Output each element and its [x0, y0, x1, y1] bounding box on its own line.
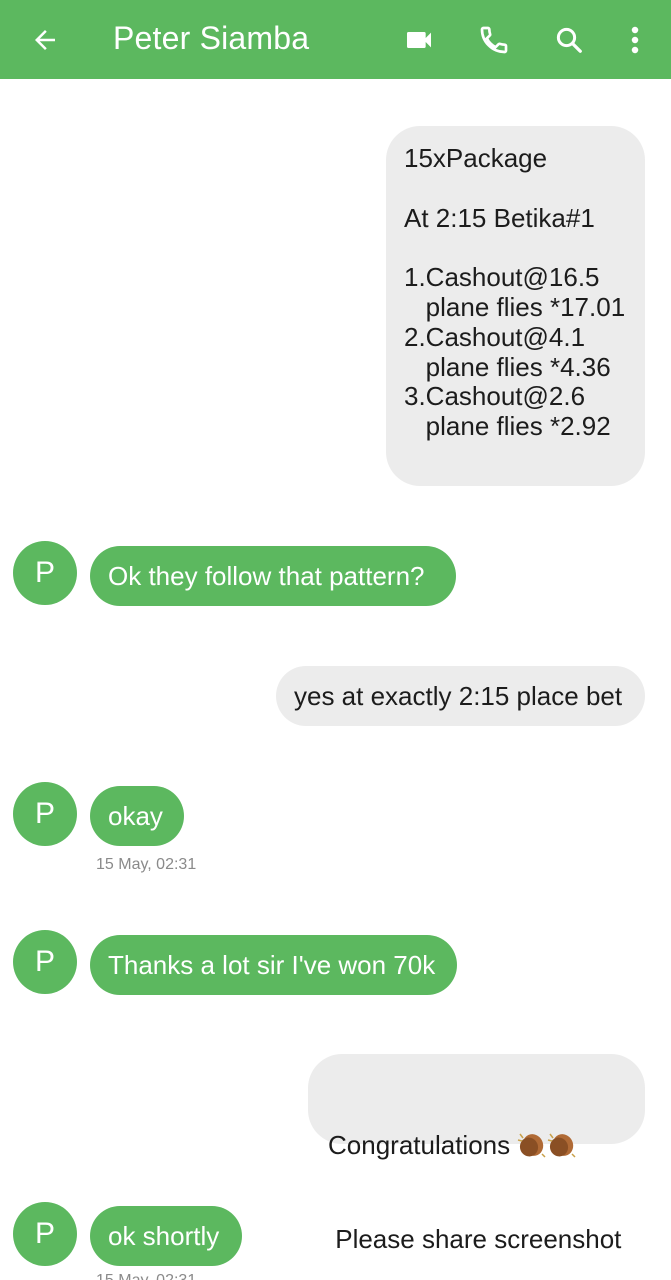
- message-line-2: Please share screenshot: [328, 1224, 622, 1254]
- search-button[interactable]: [548, 0, 590, 79]
- message-text: Congratulations: [328, 1130, 511, 1160]
- video-call-icon: [407, 31, 431, 48]
- contact-name[interactable]: Peter Siamba: [113, 18, 309, 58]
- message-bubble-incoming[interactable]: okay: [90, 786, 184, 846]
- search-icon: [556, 27, 582, 53]
- contact-avatar[interactable]: P: [13, 1202, 77, 1266]
- message-bubble-outgoing[interactable]: 15xPackage At 2:15 Betika#1 1.Cashout@16…: [386, 126, 645, 486]
- back-button[interactable]: [22, 0, 68, 79]
- message-bubble-incoming[interactable]: Ok they follow that pattern?: [90, 546, 456, 606]
- message-bubble-outgoing[interactable]: Congratulations Please share screenshot: [308, 1054, 645, 1254]
- message-line-1: Congratulations: [328, 1130, 645, 1164]
- contact-avatar[interactable]: P: [13, 541, 77, 605]
- back-arrow-icon: [35, 29, 55, 50]
- message-timestamp: 15 May, 02:31: [96, 1272, 196, 1280]
- contact-avatar[interactable]: P: [13, 782, 77, 846]
- message-bubble-incoming[interactable]: Thanks a lot sir I've won 70k: [90, 935, 457, 995]
- chat-screen: Peter Siamba 15xPackage At 2:15 Betika#1…: [0, 0, 671, 1280]
- message-bubble-incoming[interactable]: ok shortly: [90, 1206, 242, 1266]
- message-bubble-outgoing[interactable]: yes at exactly 2:15 place bet: [276, 666, 645, 726]
- voice-call-button[interactable]: [472, 0, 516, 79]
- video-call-button[interactable]: [398, 0, 440, 79]
- message-timestamp: 15 May, 02:31: [96, 856, 197, 873]
- clapping-hands-icon: [547, 1130, 577, 1164]
- contact-avatar[interactable]: P: [13, 930, 77, 994]
- clapping-hands-icon: [517, 1130, 547, 1164]
- phone-icon: [480, 26, 508, 53]
- more-vert-icon: [631, 26, 639, 53]
- more-options-button[interactable]: [620, 0, 650, 79]
- app-header: Peter Siamba: [0, 0, 671, 79]
